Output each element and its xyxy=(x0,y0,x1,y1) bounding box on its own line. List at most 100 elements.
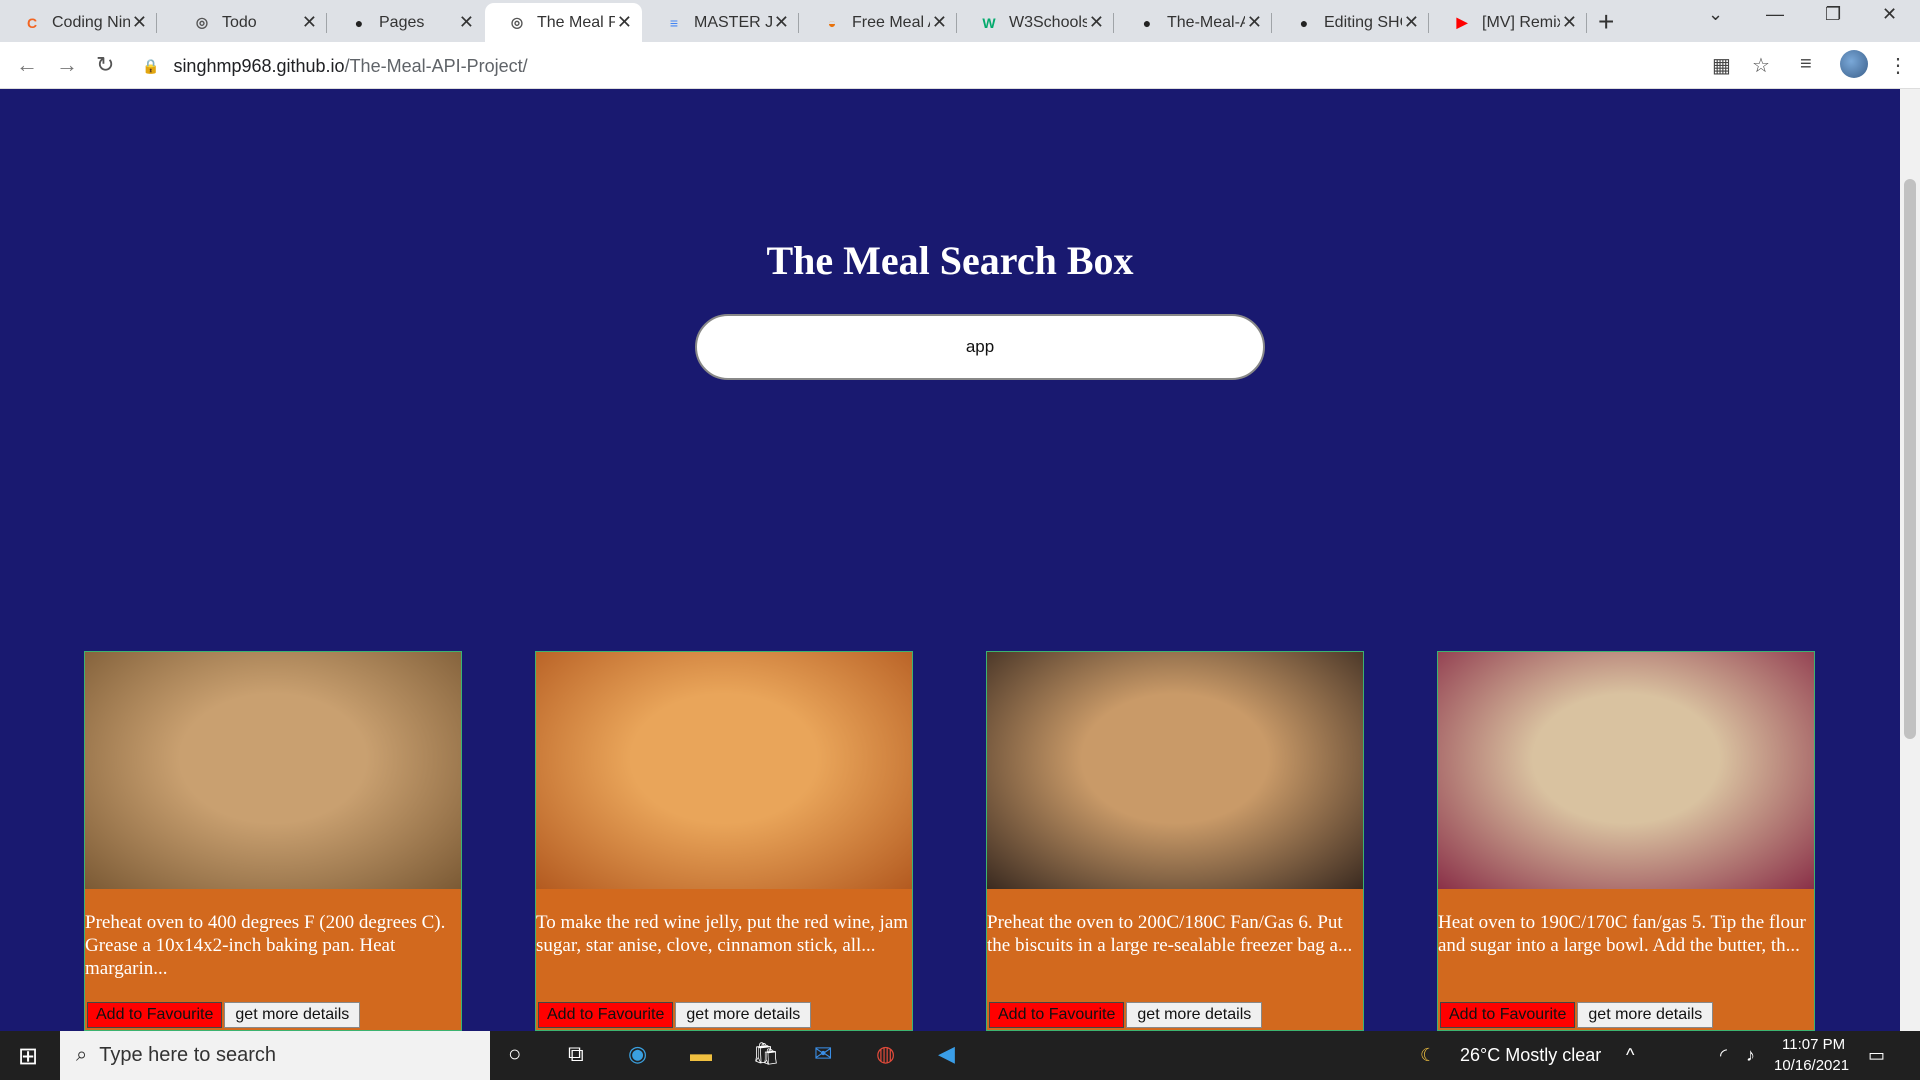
qr-code-icon[interactable]: ▦ xyxy=(1712,53,1731,78)
taskbar: ⊞ ⌕ Type here to search ○ ⧉ ◉ ▬ 🛍 ✉ ◍ ◀ … xyxy=(0,1031,1920,1080)
tab-0[interactable]: C Coding Ninjas✕ xyxy=(0,3,157,42)
taskbar-search[interactable]: ⌕ Type here to search xyxy=(60,1031,490,1080)
meal-description: Preheat oven to 400 degrees F (200 degre… xyxy=(85,912,446,979)
tab-separator xyxy=(798,13,799,33)
get-more-details-button[interactable]: get more details xyxy=(1577,1002,1714,1028)
tab-1[interactable]: ◎ Todo ✕ xyxy=(170,3,327,42)
tab-9[interactable]: ▶ [MV] Remix ✕ xyxy=(1430,3,1587,42)
meal-card: To make the red wine jelly, put the red … xyxy=(535,651,913,1031)
scrollbar-thumb[interactable] xyxy=(1904,179,1916,739)
tab-5[interactable]: ◒ Free Meal API✕ xyxy=(800,3,957,42)
store-icon[interactable]: 🛍 xyxy=(752,1041,780,1067)
profile-avatar[interactable] xyxy=(1840,50,1868,78)
meal-description: To make the red wine jelly, put the red … xyxy=(536,912,909,956)
tab-separator xyxy=(156,13,157,33)
close-tab-icon[interactable]: ✕ xyxy=(1247,12,1262,33)
tab-label: Coding Ninjas xyxy=(52,13,130,31)
forward-icon[interactable]: → xyxy=(56,52,78,78)
tray-overflow-icon[interactable]: ^ xyxy=(1626,1045,1634,1066)
volume-icon[interactable]: ♪ xyxy=(1746,1045,1755,1066)
close-tab-icon[interactable]: ✕ xyxy=(1562,12,1577,33)
tab-label: Todo xyxy=(222,13,257,31)
meal-image xyxy=(987,652,1363,889)
reload-icon[interactable]: ↻ xyxy=(96,52,114,78)
tab-2[interactable]: ● Pages ✕ xyxy=(327,3,484,42)
globe-icon: ◎ xyxy=(195,14,209,30)
meal-description: Preheat the oven to 200C/180C Fan/Gas 6.… xyxy=(987,912,1353,956)
tab-label: The Meal Project xyxy=(537,13,615,31)
close-tab-icon[interactable]: ✕ xyxy=(1404,12,1419,33)
tab-search-icon[interactable]: ⌄ xyxy=(1708,4,1723,25)
notification-icon[interactable]: ▭ xyxy=(1868,1045,1885,1066)
tab-6[interactable]: W W3Schools ✕ xyxy=(957,3,1114,42)
url-field[interactable]: 🔒 singhmp968.github.io/The-Meal-API-Proj… xyxy=(142,50,1702,82)
get-more-details-button[interactable]: get more details xyxy=(675,1002,812,1028)
meal-card: Preheat oven to 400 degrees F (200 degre… xyxy=(84,651,462,1031)
search-input[interactable]: app xyxy=(695,314,1265,380)
tab-3[interactable]: ◎ The Meal Project✕ xyxy=(485,3,642,42)
network-icon[interactable]: ◜ xyxy=(1720,1045,1727,1066)
close-tab-icon[interactable]: ✕ xyxy=(132,12,147,33)
lock-icon: 🔒 xyxy=(142,57,160,74)
weather-moon-icon: ☾ xyxy=(1420,1045,1437,1065)
add-to-favourite-button[interactable]: Add to Favourite xyxy=(538,1002,674,1028)
tab-separator xyxy=(1428,13,1429,33)
close-tab-icon[interactable]: ✕ xyxy=(459,12,474,33)
close-tab-icon[interactable]: ✕ xyxy=(302,12,317,33)
meal-card: Preheat the oven to 200C/180C Fan/Gas 6.… xyxy=(986,651,1364,1031)
docs-icon: ≡ xyxy=(669,14,679,31)
tab-separator xyxy=(1586,13,1587,33)
meal-icon: ◒ xyxy=(827,14,837,31)
meal-image xyxy=(1438,652,1814,889)
chrome-icon[interactable]: ◍ xyxy=(876,1041,895,1067)
github-icon: ● xyxy=(354,14,364,31)
close-tab-icon[interactable]: ✕ xyxy=(1089,12,1104,33)
tab-7[interactable]: ● The-Meal-API✕ xyxy=(1115,3,1272,42)
close-window-button[interactable]: ✕ xyxy=(1882,4,1897,25)
clock-time[interactable]: 11:07 PM xyxy=(1782,1036,1845,1053)
page-title: The Meal Search Box xyxy=(766,238,1134,283)
cortana-icon[interactable]: ○ xyxy=(508,1041,521,1067)
reading-list-icon[interactable]: ≡ xyxy=(1800,53,1812,76)
meal-card: Heat oven to 190C/170C fan/gas 5. Tip th… xyxy=(1437,651,1815,1031)
add-to-favourite-button[interactable]: Add to Favourite xyxy=(1440,1002,1576,1028)
clock-date[interactable]: 10/16/2021 xyxy=(1774,1057,1849,1074)
back-icon[interactable]: ← xyxy=(16,52,38,78)
tab-label: [MV] Remix xyxy=(1482,13,1560,31)
windows-start-icon[interactable]: ⊞ xyxy=(18,1042,38,1071)
get-more-details-button[interactable]: get more details xyxy=(224,1002,361,1028)
maximize-button[interactable]: ❐ xyxy=(1825,4,1841,25)
weather-text[interactable]: 26°C Mostly clear xyxy=(1460,1045,1601,1066)
vscode-icon[interactable]: ◀ xyxy=(938,1041,955,1067)
tab-8[interactable]: ● Editing SHOWCASE✕ xyxy=(1272,3,1429,42)
bookmark-star-icon[interactable]: ☆ xyxy=(1752,53,1770,78)
tab-label: Editing SHOWCASE xyxy=(1324,13,1402,31)
meal-description: Heat oven to 190C/170C fan/gas 5. Tip th… xyxy=(1438,912,1806,956)
taskbar-search-placeholder: Type here to search xyxy=(99,1044,276,1066)
close-tab-icon[interactable]: ✕ xyxy=(774,12,789,33)
file-explorer-icon[interactable]: ▬ xyxy=(690,1041,712,1067)
task-view-icon[interactable]: ⧉ xyxy=(568,1041,584,1067)
tab-label: The-Meal-API xyxy=(1167,13,1245,31)
address-bar-area: ← → ↻ 🔒 singhmp968.github.io/The-Meal-AP… xyxy=(0,42,1920,89)
tab-label: MASTER JS xyxy=(694,13,772,31)
new-tab-button[interactable]: + xyxy=(1598,6,1614,38)
close-tab-icon[interactable]: ✕ xyxy=(617,12,632,33)
mail-icon[interactable]: ✉ xyxy=(814,1041,832,1067)
menu-kebab-icon[interactable]: ⋮ xyxy=(1888,53,1908,78)
page-content: The Meal Search Box app Preheat oven to … xyxy=(0,89,1900,1031)
minimize-button[interactable]: — xyxy=(1766,4,1784,25)
close-tab-icon[interactable]: ✕ xyxy=(932,12,947,33)
get-more-details-button[interactable]: get more details xyxy=(1126,1002,1263,1028)
meal-image xyxy=(536,652,912,889)
coding-ninjas-icon: C xyxy=(26,14,38,31)
tab-strip: CCoding Ninjas✕◎Todo✕●Pages✕◎The Meal Pr… xyxy=(0,0,1920,42)
edge-icon[interactable]: ◉ xyxy=(628,1041,647,1067)
scrollbar[interactable] xyxy=(1900,89,1920,1031)
tab-4[interactable]: ≡ MASTER JS✕ xyxy=(642,3,799,42)
add-to-favourite-button[interactable]: Add to Favourite xyxy=(87,1002,223,1028)
search-icon: ⌕ xyxy=(76,1044,88,1066)
github-icon: ● xyxy=(1142,14,1152,31)
url-host: singhmp968.github.io xyxy=(173,55,345,76)
add-to-favourite-button[interactable]: Add to Favourite xyxy=(989,1002,1125,1028)
